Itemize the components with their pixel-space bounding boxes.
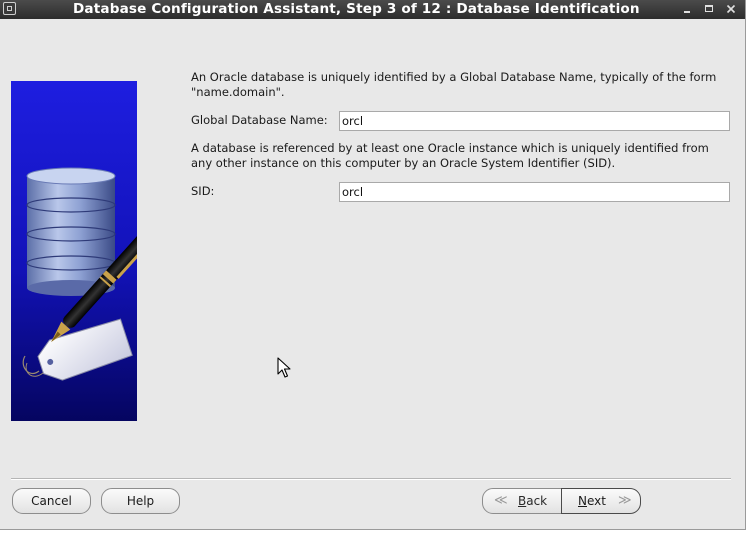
double-chevron-left-icon: ≪ bbox=[494, 493, 508, 508]
intro-text-line2: "name.domain". bbox=[191, 85, 285, 99]
button-bar-divider bbox=[11, 478, 731, 480]
maximize-button[interactable] bbox=[702, 2, 716, 16]
back-label: Back bbox=[518, 494, 548, 508]
database-illustration bbox=[11, 81, 137, 421]
sid-description-line2: any other instance on this computer by a… bbox=[191, 156, 616, 170]
title-bar[interactable]: Database Configuration Assistant, Step 3… bbox=[0, 0, 745, 19]
sid-label: SID: bbox=[191, 184, 215, 198]
sid-description-line1: A database is referenced by at least one… bbox=[191, 141, 709, 155]
help-button[interactable]: Help bbox=[101, 488, 180, 514]
global-db-name-label: Global Database Name: bbox=[191, 113, 328, 127]
minimize-icon bbox=[684, 11, 690, 13]
mouse-pointer-icon bbox=[277, 357, 291, 378]
cancel-label: Cancel bbox=[31, 494, 72, 508]
close-icon bbox=[726, 4, 736, 14]
next-label: Next bbox=[578, 494, 606, 508]
help-label: Help bbox=[126, 494, 155, 508]
close-button[interactable] bbox=[724, 2, 738, 16]
minimize-button[interactable] bbox=[680, 2, 694, 16]
intro-text-line1: An Oracle database is uniquely identifie… bbox=[191, 70, 717, 84]
next-button[interactable]: Next ≫ bbox=[561, 488, 641, 514]
app-menu-icon[interactable] bbox=[3, 2, 16, 15]
global-db-name-input[interactable] bbox=[339, 111, 730, 131]
dbca-window: Database Configuration Assistant, Step 3… bbox=[0, 0, 746, 530]
double-chevron-right-icon: ≫ bbox=[618, 493, 632, 508]
window-title: Database Configuration Assistant, Step 3… bbox=[73, 1, 640, 17]
sid-input[interactable] bbox=[339, 182, 730, 202]
back-button[interactable]: ≪ Back bbox=[482, 488, 562, 514]
cancel-button[interactable]: Cancel bbox=[12, 488, 91, 514]
maximize-icon bbox=[705, 5, 713, 12]
